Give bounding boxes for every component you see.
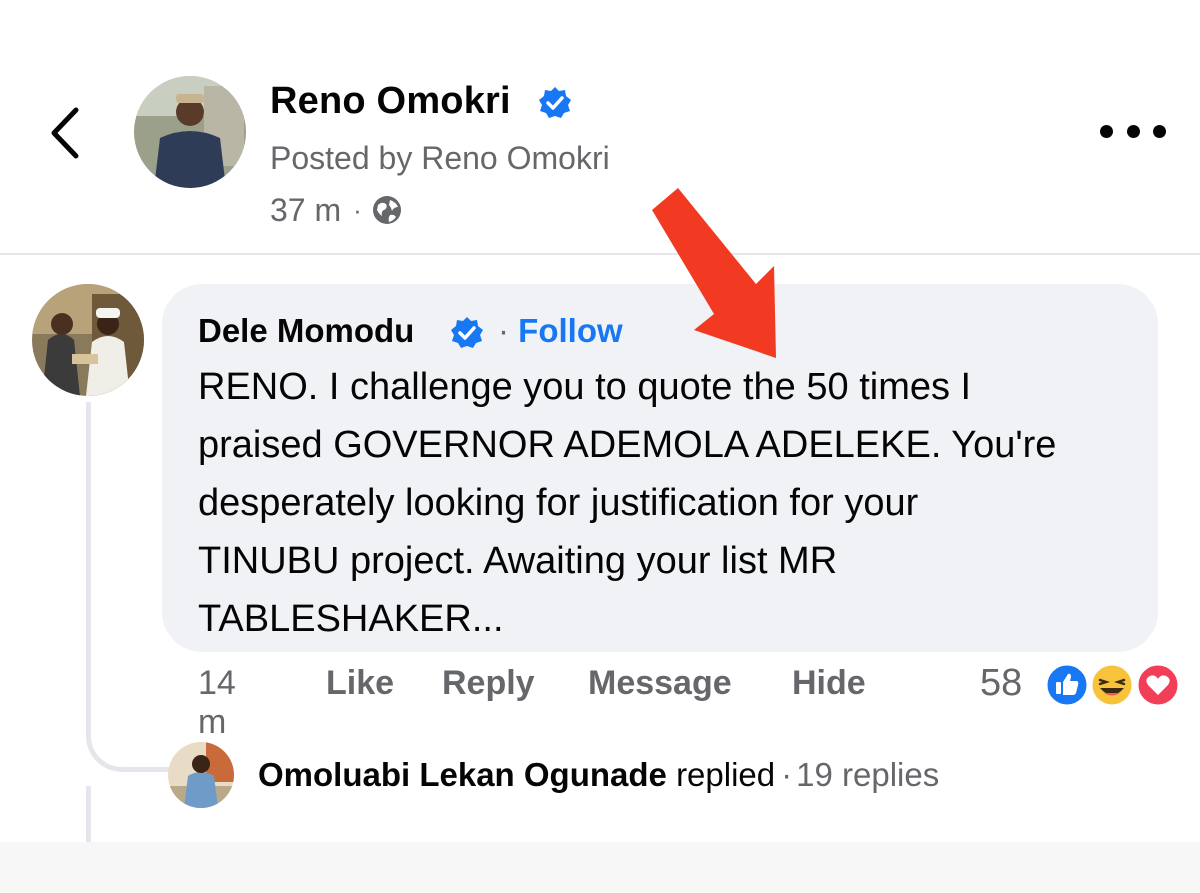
follow-area: · Follow: [498, 312, 623, 350]
author-avatar[interactable]: [134, 76, 246, 188]
commenter-name[interactable]: Dele Momodu: [198, 312, 414, 350]
post-author-name[interactable]: Reno Omokri: [270, 80, 511, 123]
message-button[interactable]: Message: [588, 664, 732, 703]
replies-preview[interactable]: Omoluabi Lekan Ogunade replied · 19 replie…: [168, 742, 1168, 808]
reply-verb: replied: [676, 756, 776, 793]
reply-separator: ·: [781, 756, 793, 793]
post-header: Reno Omokri Posted by Reno Omokri 37 m ·: [0, 0, 1200, 254]
hide-button[interactable]: Hide: [792, 664, 866, 703]
commenter-avatar-image: [32, 284, 144, 396]
post-meta: 37 m ·: [270, 190, 402, 230]
reply-count: 19 replies: [796, 756, 940, 793]
verified-badge-icon: [451, 317, 483, 348]
reply-button[interactable]: Reply: [442, 664, 535, 703]
posted-by-label: Posted by Reno Omokri: [270, 140, 610, 176]
globe-icon: [372, 196, 401, 224]
more-dot-icon: [1100, 124, 1113, 138]
reaction-icons-group: [1044, 662, 1181, 708]
meta-separator: ·: [353, 194, 362, 225]
love-icon: [1135, 662, 1181, 708]
replier-avatar-image: [168, 742, 234, 808]
follow-separator: ·: [498, 312, 509, 349]
chevron-left-icon: [51, 107, 79, 159]
more-options-button[interactable]: [1100, 118, 1166, 144]
more-dot-icon: [1126, 124, 1140, 138]
bottom-area: [0, 842, 1200, 893]
more-dot-icon: [1153, 124, 1166, 138]
annotation-arrow-icon: [652, 188, 776, 358]
author-avatar-image: [134, 76, 246, 188]
replier-name: Omoluabi Lekan Ogunade: [258, 756, 667, 793]
replier-avatar: [168, 742, 234, 808]
follow-button[interactable]: Follow: [518, 312, 622, 349]
haha-icon: [1089, 662, 1135, 708]
reply-summary: Omoluabi Lekan Ogunade replied · 19 replie…: [258, 756, 939, 794]
like-button[interactable]: Like: [326, 664, 394, 703]
comment-time[interactable]: 14 m: [198, 664, 236, 742]
reaction-icons[interactable]: [1044, 662, 1181, 708]
comment-text: RENO. I challenge you to quote the 50 ti…: [198, 366, 1057, 640]
header-divider: [0, 253, 1200, 255]
post-time[interactable]: 37 m: [270, 192, 341, 229]
verified-badge-icon: [539, 87, 571, 118]
thread-connector: [86, 786, 91, 844]
commenter-avatar[interactable]: [32, 284, 144, 396]
like-icon: [1044, 662, 1090, 708]
reaction-count[interactable]: 58: [980, 662, 1022, 705]
thread-connector: [86, 402, 170, 772]
back-button[interactable]: [40, 100, 96, 166]
